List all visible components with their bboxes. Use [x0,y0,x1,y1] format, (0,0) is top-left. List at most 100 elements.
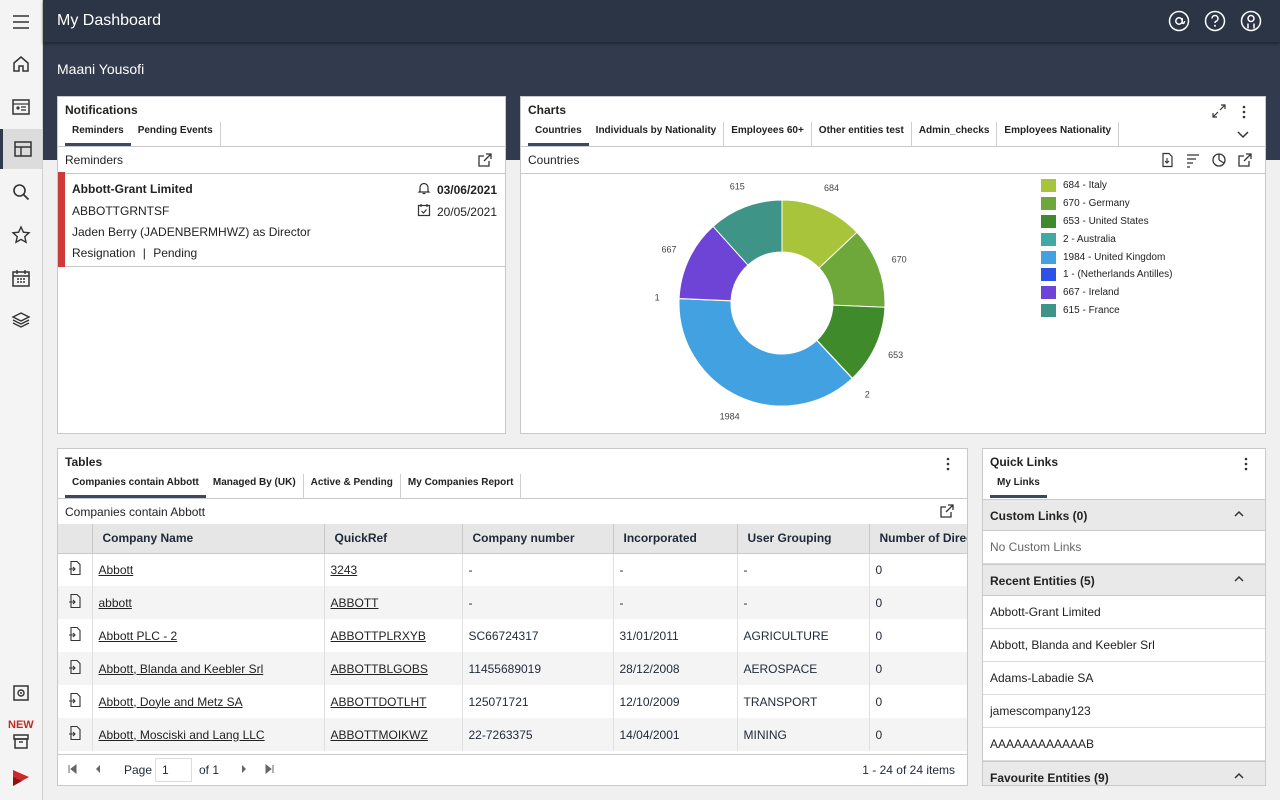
pie-chart-icon[interactable] [1211,152,1227,171]
quickref-link[interactable]: ABBOTT [331,596,379,610]
calendar-icon[interactable] [0,258,42,298]
prev-page-icon[interactable] [92,763,104,778]
quickref-link[interactable]: 3243 [331,563,358,577]
legend-item[interactable]: 653 - United States [1041,213,1173,231]
reminder-card[interactable]: Abbott-Grant Limited ABBOTTGRNTSF Jaden … [58,172,505,267]
tab-my-companies-report[interactable]: My Companies Report [401,474,522,498]
help-icon[interactable] [1204,10,1226,35]
menu-icon[interactable] [0,2,42,42]
tab-admin-checks[interactable]: Admin_checks [912,122,998,146]
company-link[interactable]: Abbott, Blanda and Keebler Srl [99,662,264,676]
tab-pending-events[interactable]: Pending Events [131,122,221,146]
quickref-link[interactable]: ABBOTTDOTLHT [331,695,427,709]
recent-entity-item[interactable]: jamescompany123 [983,695,1265,728]
tab-reminders[interactable]: Reminders [65,122,131,146]
company-link[interactable]: Abbott PLC - 2 [99,629,178,643]
company-link[interactable]: Abbott [99,563,134,577]
custom-links-section[interactable]: Custom Links (0) [983,499,1265,531]
tab-employees-nationality[interactable]: Employees Nationality [997,122,1120,146]
col-company-number[interactable]: Company number [462,524,614,554]
quickref-link[interactable]: ABBOTTPLRXYB [331,629,426,643]
row-open-icon[interactable] [58,718,93,751]
company-link[interactable]: abbott [99,596,132,610]
table-row[interactable]: Abbott PLC - 2 ABBOTTPLRXYB SC66724317 31/0… [58,619,967,652]
search-icon[interactable] [0,172,42,212]
user-icon[interactable] [1240,10,1262,35]
legend-item[interactable]: 670 - Germany [1041,195,1173,213]
charts-kebab-icon[interactable] [1237,104,1251,120]
home-icon[interactable] [0,44,42,84]
legend-item[interactable]: 615 - France [1041,302,1173,320]
cell-company-name[interactable]: Abbott, Mosciski and Lang LLC [92,718,325,751]
next-page-icon[interactable] [238,763,250,778]
quickref-link[interactable]: ABBOTTMOIKWZ [331,728,428,742]
dashboard-icon[interactable] [0,129,42,169]
cell-quickref[interactable]: ABBOTTPLRXYB [324,619,463,652]
row-open-icon[interactable] [58,553,93,586]
cell-company-name[interactable]: Abbott [92,553,325,586]
open-external-icon[interactable] [477,152,493,171]
table-row[interactable]: Abbott, Mosciski and Lang LLC ABBOTTMOIKW… [58,718,967,751]
legend-item[interactable]: 1984 - United Kingdom [1041,248,1173,266]
expand-icon[interactable] [1211,103,1227,122]
cell-quickref[interactable]: ABBOTTDOTLHT [324,685,463,718]
cell-quickref[interactable]: ABBOTTBLGOBS [324,652,463,685]
table-row[interactable]: Abbott, Doyle and Metz SA ABBOTTDOTLHT 125… [58,685,967,718]
row-open-icon[interactable] [58,652,93,685]
tab-individuals-by-nationality[interactable]: Individuals by Nationality [589,122,725,146]
col-quickref[interactable]: QuickRef [324,524,463,554]
col-user-grouping[interactable]: User Grouping [737,524,870,554]
page-input[interactable]: 1 [155,758,192,782]
tab-my-links[interactable]: My Links [990,474,1047,498]
chevron-down-icon[interactable] [1235,126,1251,145]
sort-icon[interactable] [1185,152,1201,171]
cell-quickref[interactable]: ABBOTTMOIKWZ [324,718,463,751]
company-link[interactable]: Abbott, Doyle and Metz SA [99,695,243,709]
row-open-icon[interactable] [58,685,93,718]
chevron-up-icon[interactable] [1233,573,1245,588]
row-open-icon[interactable] [58,619,93,652]
chevron-up-icon[interactable] [1233,770,1245,785]
chevron-up-icon[interactable] [1233,508,1245,523]
legend-item[interactable]: 2 - Australia [1041,230,1173,248]
at-sign-icon[interactable] [1168,10,1190,35]
cell-company-name[interactable]: abbott [92,586,325,619]
favourite-entities-section[interactable]: Favourite Entities (9) [983,761,1265,785]
company-link[interactable]: Abbott, Mosciski and Lang LLC [99,728,265,742]
cell-company-name[interactable]: Abbott, Doyle and Metz SA [92,685,325,718]
cell-company-name[interactable]: Abbott PLC - 2 [92,619,325,652]
chart-open-external-icon[interactable] [1237,152,1253,171]
row-open-icon[interactable] [58,586,93,619]
recent-entity-item[interactable]: Abbott-Grant Limited [983,596,1265,629]
recent-entity-item[interactable]: AAAAAAAAAAAAB [983,728,1265,761]
recent-entities-section[interactable]: Recent Entities (5) [983,564,1265,596]
star-icon[interactable] [0,215,42,255]
table-open-external-icon[interactable] [939,503,955,522]
contacts-icon[interactable] [0,87,42,127]
cell-quickref[interactable]: ABBOTT [324,586,463,619]
col-incorporated[interactable]: Incorporated [613,524,738,554]
tab-companies-contain-abbott[interactable]: Companies contain Abbott [65,474,206,498]
recent-entity-item[interactable]: Abbott, Blanda and Keebler Srl [983,629,1265,662]
tab-managed-by-uk[interactable]: Managed By (UK) [206,474,304,498]
cell-quickref[interactable]: 3243 [324,553,463,586]
col-company-name[interactable]: Company Name [92,524,325,554]
export-document-icon[interactable] [1159,152,1175,171]
legend-item[interactable]: 667 - Ireland [1041,284,1173,302]
tab-active-pending[interactable]: Active & Pending [304,474,401,498]
table-row[interactable]: abbott ABBOTT - - -0 [58,586,967,619]
layers-icon[interactable] [0,300,42,340]
archive-icon[interactable] [0,721,42,761]
tab-countries[interactable]: Countries [528,122,589,146]
recent-entity-item[interactable]: Adams-Labadie SA [983,662,1265,695]
settings-box-icon[interactable] [0,673,42,713]
legend-item[interactable]: 684 - Italy [1041,177,1173,195]
table-row[interactable]: Abbott 3243- - -0 [58,553,967,586]
last-page-icon[interactable] [264,763,276,778]
legend-item[interactable]: 1 - (Netherlands Antilles) [1041,266,1173,284]
quick-links-kebab-icon[interactable] [1239,456,1253,472]
cell-company-name[interactable]: Abbott, Blanda and Keebler Srl [92,652,325,685]
quickref-link[interactable]: ABBOTTBLGOBS [331,662,428,676]
table-row[interactable]: Abbott, Blanda and Keebler Srl ABBOTTBLGO… [58,652,967,685]
tab-other-entities-test[interactable]: Other entities test [812,122,912,146]
